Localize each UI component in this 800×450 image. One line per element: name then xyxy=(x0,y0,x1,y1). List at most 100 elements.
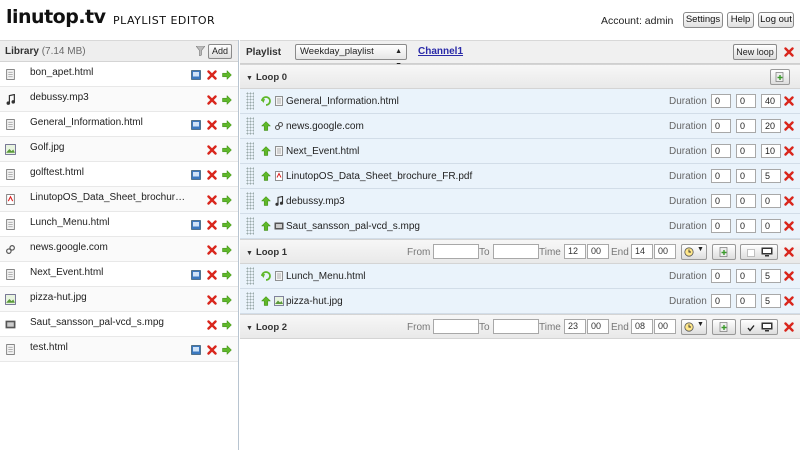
time-minute-input[interactable]: 00 xyxy=(587,244,609,259)
library-item[interactable]: General_Information.html xyxy=(0,112,238,137)
drag-handle-icon[interactable] xyxy=(246,292,254,310)
loop-add-media-button[interactable] xyxy=(712,244,736,260)
move-up-icon[interactable] xyxy=(261,221,271,231)
time-hour-input[interactable]: 12 xyxy=(564,244,586,259)
playlist-item[interactable]: LinutopOS_Data_Sheet_brochure_FR.pdf Dur… xyxy=(240,164,800,189)
playlist-select[interactable]: Weekday_playlist▲▼ xyxy=(295,44,407,69)
add-to-playlist-icon[interactable] xyxy=(222,195,232,205)
loop-add-media-button[interactable] xyxy=(712,319,736,335)
settings-button[interactable]: Settings xyxy=(683,12,723,28)
delete-playlist-icon[interactable] xyxy=(784,47,794,57)
delete-icon[interactable] xyxy=(784,121,794,131)
delete-icon[interactable] xyxy=(207,245,217,255)
playlist-item[interactable]: Next_Event.html Duration 0 0 10 xyxy=(240,139,800,164)
collapse-triangle-icon[interactable]: ▼ xyxy=(246,75,253,82)
time-minute-input[interactable]: 00 xyxy=(587,319,609,334)
delete-loop-icon[interactable] xyxy=(784,322,794,332)
delete-icon[interactable] xyxy=(784,171,794,181)
loop-title[interactable]: ▼ Loop 1 xyxy=(246,247,287,258)
drag-handle-icon[interactable] xyxy=(246,192,254,210)
duration-seconds-input[interactable]: 0 xyxy=(761,219,781,233)
duration-hours-input[interactable]: 0 xyxy=(711,219,731,233)
end-hour-input[interactable]: 14 xyxy=(631,244,653,259)
duration-seconds-input[interactable]: 0 xyxy=(761,194,781,208)
to-date-input[interactable] xyxy=(493,319,539,334)
duration-hours-input[interactable]: 0 xyxy=(711,194,731,208)
move-up-icon[interactable] xyxy=(261,196,271,206)
delete-icon[interactable] xyxy=(784,196,794,206)
playlist-item[interactable]: debussy.mp3 Duration 0 0 0 xyxy=(240,189,800,214)
duration-minutes-input[interactable]: 0 xyxy=(736,119,756,133)
preview-icon[interactable] xyxy=(191,220,201,230)
from-date-input[interactable] xyxy=(433,319,479,334)
delete-icon[interactable] xyxy=(207,145,217,155)
duration-hours-input[interactable]: 0 xyxy=(711,294,731,308)
add-to-playlist-icon[interactable] xyxy=(222,295,232,305)
duration-hours-input[interactable]: 0 xyxy=(711,144,731,158)
preview-icon[interactable] xyxy=(191,270,201,280)
add-to-playlist-icon[interactable] xyxy=(222,220,232,230)
add-to-playlist-icon[interactable] xyxy=(222,320,232,330)
library-item[interactable]: pizza-hut.jpg xyxy=(0,287,238,312)
delete-icon[interactable] xyxy=(784,271,794,281)
loop-start-icon[interactable] xyxy=(261,96,271,106)
end-minute-input[interactable]: 00 xyxy=(654,319,676,334)
library-item[interactable]: debussy.mp3 xyxy=(0,87,238,112)
playlist-item[interactable]: Saut_sansson_pal-vcd_s.mpg Duration 0 0 … xyxy=(240,214,800,239)
new-loop-button[interactable]: New loop xyxy=(733,44,777,60)
logout-button[interactable]: Log out xyxy=(758,12,794,28)
end-minute-input[interactable]: 00 xyxy=(654,244,676,259)
playlist-item[interactable]: Lunch_Menu.html Duration 0 0 5 xyxy=(240,264,800,289)
library-item[interactable]: Lunch_Menu.html xyxy=(0,212,238,237)
add-to-playlist-icon[interactable] xyxy=(222,145,232,155)
time-hour-input[interactable]: 23 xyxy=(564,319,586,334)
drag-handle-icon[interactable] xyxy=(246,267,254,285)
loop-title[interactable]: ▼ Loop 2 xyxy=(246,322,287,333)
delete-icon[interactable] xyxy=(207,170,217,180)
duration-seconds-input[interactable]: 10 xyxy=(761,144,781,158)
duration-hours-input[interactable]: 0 xyxy=(711,169,731,183)
add-to-playlist-icon[interactable] xyxy=(222,120,232,130)
delete-icon[interactable] xyxy=(784,146,794,156)
delete-icon[interactable] xyxy=(207,195,217,205)
delete-icon[interactable] xyxy=(207,295,217,305)
clock-dropdown-button[interactable]: ▼ xyxy=(681,244,707,260)
add-to-playlist-icon[interactable] xyxy=(222,270,232,280)
duration-minutes-input[interactable]: 0 xyxy=(736,144,756,158)
duration-hours-input[interactable]: 0 xyxy=(711,119,731,133)
library-item[interactable]: bon_apet.html xyxy=(0,62,238,87)
duration-minutes-input[interactable]: 0 xyxy=(736,269,756,283)
preview-icon[interactable] xyxy=(191,345,201,355)
channel-link[interactable]: Channel1 xyxy=(418,46,463,57)
duration-seconds-input[interactable]: 5 xyxy=(761,169,781,183)
delete-loop-icon[interactable] xyxy=(784,247,794,257)
library-item[interactable]: Next_Event.html xyxy=(0,262,238,287)
library-item[interactable]: golftest.html xyxy=(0,162,238,187)
delete-icon[interactable] xyxy=(207,320,217,330)
duration-minutes-input[interactable]: 0 xyxy=(736,194,756,208)
duration-seconds-input[interactable]: 5 xyxy=(761,294,781,308)
to-date-input[interactable] xyxy=(493,244,539,259)
duration-minutes-input[interactable]: 0 xyxy=(736,294,756,308)
duration-minutes-input[interactable]: 0 xyxy=(736,219,756,233)
drag-handle-icon[interactable] xyxy=(246,92,254,110)
end-hour-input[interactable]: 08 xyxy=(631,319,653,334)
duration-seconds-input[interactable]: 40 xyxy=(761,94,781,108)
from-date-input[interactable] xyxy=(433,244,479,259)
delete-icon[interactable] xyxy=(207,220,217,230)
duration-seconds-input[interactable]: 5 xyxy=(761,269,781,283)
library-item[interactable]: test.html xyxy=(0,337,238,362)
library-item[interactable]: Golf.jpg xyxy=(0,137,238,162)
collapse-triangle-icon[interactable]: ▼ xyxy=(246,325,253,332)
playlist-item[interactable]: news.google.com Duration 0 0 20 xyxy=(240,114,800,139)
add-to-playlist-icon[interactable] xyxy=(222,345,232,355)
delete-icon[interactable] xyxy=(207,70,217,80)
drag-handle-icon[interactable] xyxy=(246,167,254,185)
delete-icon[interactable] xyxy=(207,270,217,280)
add-to-playlist-icon[interactable] xyxy=(222,95,232,105)
delete-icon[interactable] xyxy=(207,120,217,130)
collapse-triangle-icon[interactable]: ▼ xyxy=(246,250,253,257)
help-button[interactable]: Help xyxy=(727,12,754,28)
duration-minutes-input[interactable]: 0 xyxy=(736,169,756,183)
add-to-playlist-icon[interactable] xyxy=(222,70,232,80)
